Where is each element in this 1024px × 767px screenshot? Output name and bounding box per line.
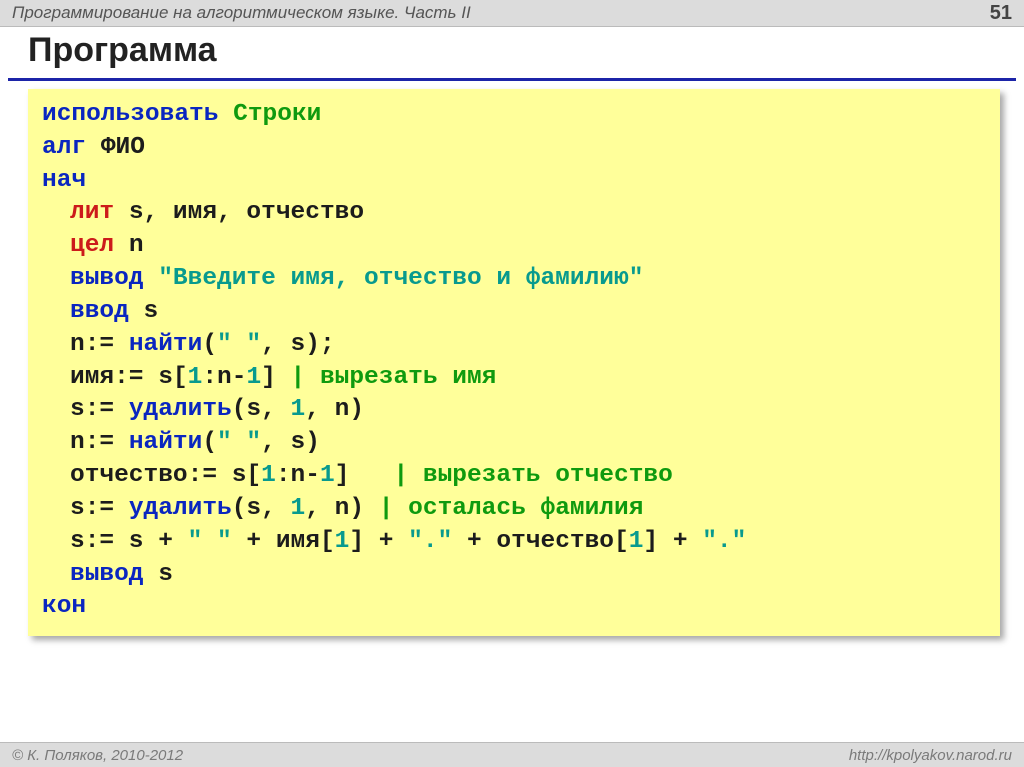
slice-mid: :n- [276, 462, 320, 489]
args: (s, [232, 495, 291, 522]
paren: ( [202, 331, 217, 358]
number: 1 [261, 462, 276, 489]
title-area: Программа [0, 27, 1024, 76]
alg-name: ФИО [101, 134, 145, 161]
var-list: s, имя, отчество [129, 199, 364, 226]
code-line: кон [42, 591, 986, 624]
code-line: s:= удалить(s, 1, n) [42, 394, 986, 427]
paren: ( [202, 429, 217, 456]
args: , s) [261, 429, 320, 456]
comment: | вырезать отчество [393, 462, 672, 489]
code-line: s:= s + " " + имя[1] + "." + отчество[1]… [42, 526, 986, 559]
keyword-output: вывод [70, 561, 158, 588]
string-literal: "." [408, 528, 452, 555]
code-line: отчество:= s[1:n-1] | вырезать отчество [42, 460, 986, 493]
number: 1 [320, 462, 335, 489]
concat: ] + [349, 528, 408, 555]
number: 1 [188, 364, 203, 391]
code-line: лит s, имя, отчество [42, 197, 986, 230]
fn-find: найти [129, 331, 203, 358]
string-literal: " " [188, 528, 232, 555]
string-literal: "Введите имя, отчество и фамилию" [158, 265, 643, 292]
args: (s, [232, 396, 291, 423]
number: 1 [335, 528, 350, 555]
concat: + отчество[ [452, 528, 628, 555]
var-s: s [144, 298, 159, 325]
args-end: , n) [305, 396, 364, 423]
code-line: цел n [42, 230, 986, 263]
keyword-output: вывод [70, 265, 158, 292]
slide-footer: © К. Поляков, 2010-2012 http://kpolyakov… [0, 742, 1024, 767]
fn-find: найти [129, 429, 203, 456]
keyword-lit: лит [70, 199, 129, 226]
number: 1 [291, 396, 306, 423]
string-literal: "." [702, 528, 746, 555]
fn-delete: удалить [129, 396, 232, 423]
keyword-use: использовать [42, 101, 233, 128]
code-line: ввод s [42, 296, 986, 329]
slice-mid: :n- [202, 364, 246, 391]
page-number: 51 [990, 2, 1012, 25]
assign: n:= [70, 331, 129, 358]
comment: | осталась фамилия [379, 495, 644, 522]
slice-end: ] [335, 462, 394, 489]
code-line: n:= найти(" ", s) [42, 427, 986, 460]
breadcrumb: Программирование на алгоритмическом язык… [12, 3, 471, 23]
copyright: © К. Поляков, 2010-2012 [12, 747, 183, 764]
code-line: вывод s [42, 559, 986, 592]
keyword-alg: алг [42, 134, 101, 161]
slice-end: ] [261, 364, 290, 391]
args: , s); [261, 331, 335, 358]
keyword-input: ввод [70, 298, 144, 325]
code-line: использовать Строки [42, 99, 986, 132]
number: 1 [291, 495, 306, 522]
concat: ] + [643, 528, 702, 555]
keyword-int: цел [70, 232, 129, 259]
number: 1 [246, 364, 261, 391]
lib-name: Строки [233, 101, 321, 128]
keyword-end: кон [42, 593, 86, 620]
concat: s:= s + [70, 528, 188, 555]
var-n: n [129, 232, 144, 259]
assign: n:= [70, 429, 129, 456]
assign: s:= [70, 396, 129, 423]
slice-pre: имя:= s[ [70, 364, 188, 391]
code-line: вывод "Введите имя, отчество и фамилию" [42, 263, 986, 296]
number: 1 [629, 528, 644, 555]
string-literal: " " [217, 429, 261, 456]
code-line: s:= удалить(s, 1, n) | осталась фамилия [42, 493, 986, 526]
concat: + имя[ [232, 528, 335, 555]
comment: | вырезать имя [291, 364, 497, 391]
string-literal: " " [217, 331, 261, 358]
code-block: использовать Строки алг ФИО нач лит s, и… [28, 89, 1000, 636]
code-line: нач [42, 165, 986, 198]
title-underline [8, 78, 1016, 81]
slide-header: Программирование на алгоритмическом язык… [0, 0, 1024, 27]
code-line: имя:= s[1:n-1] | вырезать имя [42, 362, 986, 395]
keyword-begin: нач [42, 167, 86, 194]
slide-title: Программа [28, 31, 996, 70]
source-url: http://kpolyakov.narod.ru [849, 747, 1012, 764]
fn-delete: удалить [129, 495, 232, 522]
args-end: , n) [305, 495, 379, 522]
code-line: алг ФИО [42, 132, 986, 165]
assign: s:= [70, 495, 129, 522]
slice-pre: отчество:= s[ [70, 462, 261, 489]
var-s: s [158, 561, 173, 588]
code-line: n:= найти(" ", s); [42, 329, 986, 362]
